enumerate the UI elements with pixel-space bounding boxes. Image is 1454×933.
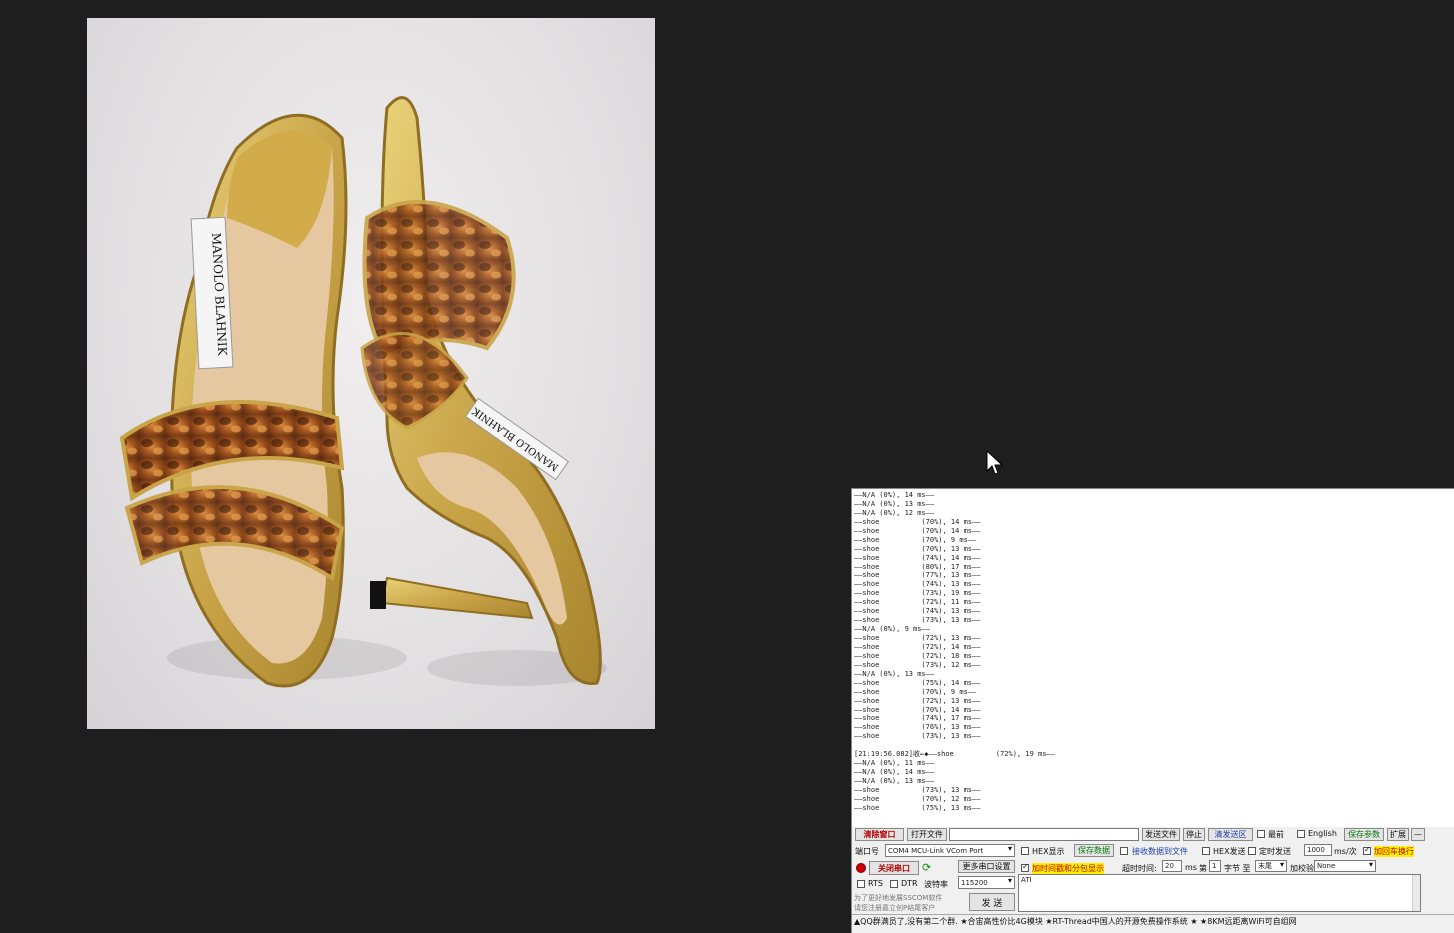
promo-line-2: 请您注册嘉立创P结尾客户 [854,904,936,912]
clear-send-button[interactable]: 清发送区 [1208,828,1253,841]
log-line: ——N/A (0%), 14 ms—— [854,491,935,499]
log-line: ——shoe (70%), 13 ms—— [854,544,981,553]
shoe-illustration: MANOLO BLAHNIK MANOLO BLAHNIK [119,96,607,688]
receive-log[interactable]: ——N/A (0%), 14 ms—— ——N/A (0%), 13 ms—— ——… [852,489,1454,827]
rts-label: RTS [868,879,883,888]
log-line: ——shoe (75%), 14 ms—— [854,678,981,687]
checksum-select[interactable]: None [1314,860,1376,872]
dtr-label: DTR [901,879,918,888]
send-button[interactable]: 发 送 [969,893,1015,911]
timeout-label: 超时时间: [1122,864,1157,873]
append-newline-checkbox[interactable] [1363,845,1371,855]
open-file-button[interactable]: 打开文件 [907,828,947,841]
top-most-checkbox[interactable] [1257,830,1265,838]
english-label: English [1308,829,1337,838]
product-photo: MANOLO BLAHNIK MANOLO BLAHNIK [87,18,655,729]
byte-input[interactable]: 1 [1209,860,1221,872]
send-file-button[interactable]: 发送文件 [1142,828,1180,841]
interval-unit: ms/次 [1334,847,1357,856]
log-line: ——shoe (70%), 14 ms—— [854,705,981,714]
log-line: [21:19:56.082]收←◆——shoe (72%), 19 ms—— [854,750,1055,759]
timeout-input[interactable]: 20 [1162,860,1182,872]
hex-send-label: HEX发送 [1213,847,1246,856]
append-newline-label: 加回车换行 [1374,846,1414,857]
hex-display-label: HEX显示 [1032,847,1065,856]
log-line: ——shoe (72%), 14 ms—— [854,642,981,651]
log-line: ——shoe (72%), 13 ms—— [854,696,981,705]
promo-line-1: 为了更好地发展SSCOM软件 [854,894,943,902]
hex-display-checkbox[interactable] [1021,847,1029,855]
log-line: ——shoe (77%), 13 ms—— [854,571,981,580]
clear-window-button[interactable]: 清除窗口 [855,828,904,841]
log-line: ——shoe (74%), 13 ms—— [854,580,981,589]
log-line: ——N/A (0%), 13 ms—— [854,669,935,678]
log-line: ——shoe (74%), 14 ms—— [854,553,981,562]
byte-unit: 字节 至 [1224,864,1251,873]
timed-send-label: 定时发送 [1259,847,1291,856]
log-line: ——shoe (73%), 19 ms—— [854,589,981,598]
log-line: ——shoe (74%), 13 ms—— [854,607,981,616]
dtr-checkbox[interactable] [890,880,898,888]
save-data-button[interactable]: 保存数据 [1074,844,1114,857]
log-line: ——N/A (0%), 13 ms—— [854,499,935,508]
timestamp-split-label: 加时间戳和分包显示 [1032,863,1104,874]
log-line: ——shoe (70%), 12 ms—— [854,794,981,803]
log-line: ——N/A (0%), 11 ms—— [854,759,935,768]
port-label: 端口号 [855,847,879,856]
close-port-button[interactable]: 关闭串口 [869,861,919,875]
tail-select[interactable]: 末尾 [1255,860,1287,872]
expand-button[interactable]: 扩展 [1387,828,1409,841]
port-status-icon [856,863,866,873]
log-line: ——shoe (75%), 13 ms—— [854,803,981,812]
baud-label: 波特率 [924,880,948,889]
log-line: ——shoe (74%), 17 ms—— [854,714,981,723]
checksum-label: 加校验 [1290,864,1314,873]
log-line: ——N/A (0%), 12 ms—— [854,508,935,517]
port-select[interactable]: COM4 MCU-Link VCom Port [885,844,1015,857]
log-line: ——shoe (73%), 13 ms—— [854,732,981,741]
serial-terminal-window: ——N/A (0%), 14 ms—— ——N/A (0%), 13 ms—— ——… [851,488,1454,933]
top-most-label: 最前 [1268,830,1284,839]
refresh-icon[interactable]: ⟳ [922,861,931,874]
timed-send-checkbox[interactable] [1248,847,1256,855]
byte-label: 第 [1199,864,1207,873]
english-checkbox[interactable] [1297,830,1305,838]
stop-button[interactable]: 停止 [1183,828,1205,841]
log-line: ——shoe (73%), 13 ms—— [854,616,981,625]
mouse-cursor-icon [986,450,1004,475]
receive-to-file-label: 接收数据到文件 [1132,847,1188,856]
log-line: ——shoe (73%), 12 ms—— [854,660,981,669]
send-area-scrollbar[interactable] [1412,875,1420,911]
log-line: ——shoe (80%), 17 ms—— [854,562,981,571]
timeout-unit: ms [1185,863,1197,872]
log-line: ——shoe (73%), 13 ms—— [854,785,981,794]
file-path-input[interactable] [949,828,1139,841]
rts-checkbox[interactable] [857,880,865,888]
log-line: ——shoe (70%), 9 ms—— [854,535,977,544]
log-line: ——N/A (0%), 14 ms—— [854,768,935,777]
log-line: ——shoe (72%), 18 ms—— [854,651,981,660]
receive-to-file-checkbox[interactable] [1120,847,1128,855]
log-line: ——N/A (0%), 13 ms—— [854,777,935,785]
log-line: ——shoe (70%), 9 ms—— [854,687,977,696]
collapse-button[interactable]: — [1411,828,1425,841]
log-line: ——shoe (70%), 14 ms—— [854,517,981,526]
log-line: ——shoe (72%), 11 ms—— [854,598,981,607]
save-params-button[interactable]: 保存参数 [1344,828,1384,841]
send-text-area[interactable]: ATI [1018,874,1421,912]
log-line: ——shoe (76%), 13 ms—— [854,723,981,732]
baud-select[interactable]: 115200 [958,876,1015,889]
log-line: ——shoe (70%), 14 ms—— [854,526,981,535]
ticker-bar: ▲QQ群满员了,没有第二个群. ★合宙高性价比4G模块 ★RT-Thread中国… [852,914,1454,928]
timestamp-split-checkbox[interactable] [1021,862,1029,872]
log-line: ——shoe (72%), 13 ms—— [854,634,981,642]
interval-input[interactable]: 1000 [1304,844,1332,856]
hex-send-checkbox[interactable] [1202,847,1210,855]
log-line: ——N/A (0%), 9 ms—— [854,625,930,634]
more-settings-button[interactable]: 更多串口设置 [958,860,1015,873]
